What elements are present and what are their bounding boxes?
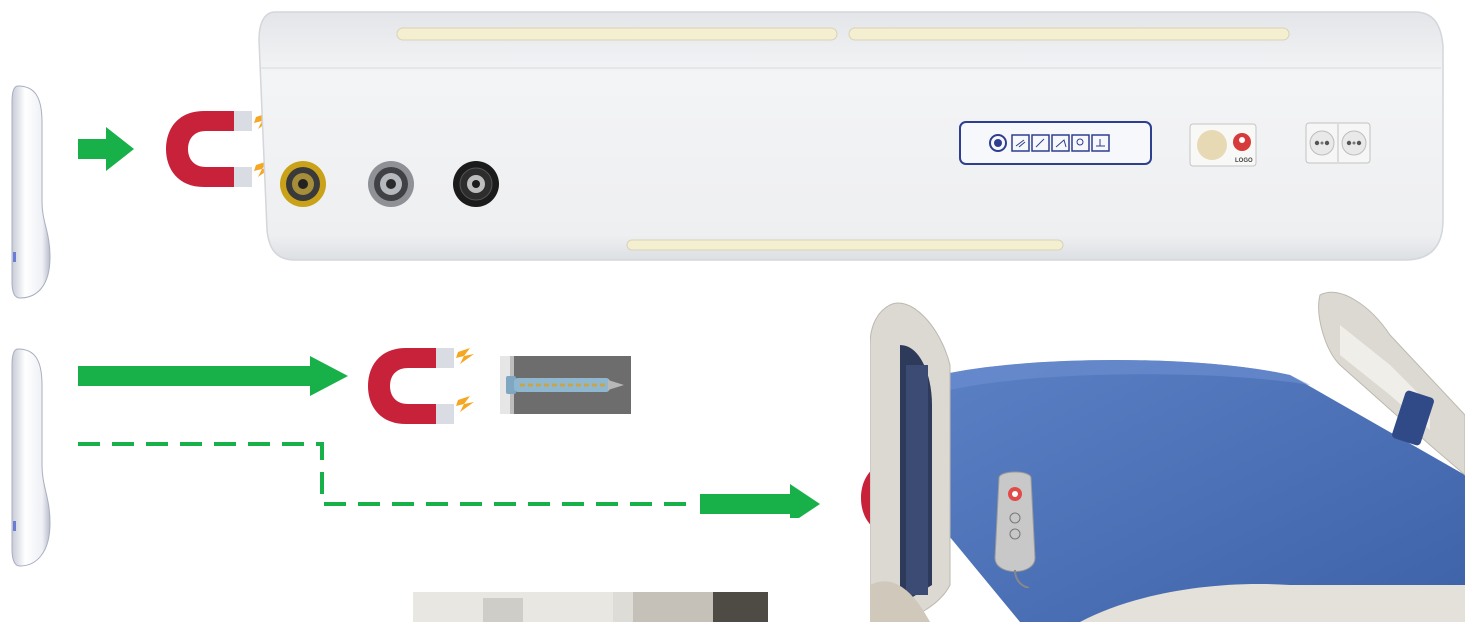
gas-outlet-silver-icon	[368, 161, 414, 207]
spark-icon	[456, 348, 474, 364]
handset-device-icon	[11, 348, 51, 567]
screw-anchor-icon	[500, 356, 631, 414]
gas-outlet-black-icon	[453, 161, 499, 207]
handset-device-icon	[11, 85, 51, 299]
call-button-label: LOGO	[1235, 158, 1253, 164]
green-arrow-icon	[78, 127, 134, 171]
horseshoe-magnet-icon	[368, 348, 474, 424]
installation-photo-fragment	[413, 592, 768, 622]
green-arrow-icon	[78, 356, 348, 396]
bed-head-panel	[258, 11, 1444, 261]
nurse-call-panel-icon	[959, 121, 1152, 165]
bed-handset-icon	[994, 471, 1036, 588]
hospital-bed-icon	[870, 291, 1465, 622]
power-socket-icon	[1305, 122, 1371, 164]
gas-outlet-yellow-icon	[280, 161, 326, 207]
dashed-connector-path	[78, 442, 820, 518]
spark-icon	[456, 396, 474, 412]
illustration-canvas: LOGO	[0, 0, 1465, 622]
